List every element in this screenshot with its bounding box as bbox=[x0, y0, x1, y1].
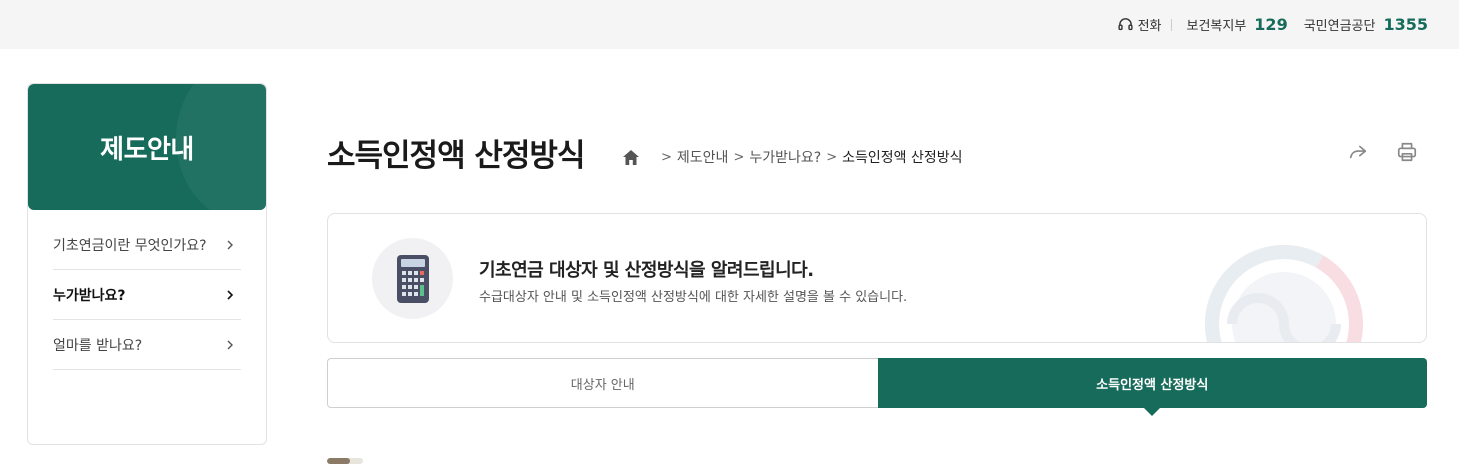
divider bbox=[1171, 18, 1173, 31]
scroll-progress-fill bbox=[327, 458, 351, 464]
share-button[interactable] bbox=[1347, 141, 1369, 163]
tab-income-calculation[interactable]: 소득인정액 산정방식 bbox=[877, 358, 1427, 416]
sidebar-menu: 기초연금이란 무엇인가요? 누가받나요? 얼마를 받나요? bbox=[28, 210, 266, 370]
breadcrumb: > 제도안내 > 누가받나요? > 소득인정액 산정방식 bbox=[623, 147, 962, 167]
print-icon bbox=[1397, 142, 1417, 162]
sidebar-item-label: 기초연금이란 무엇인가요? bbox=[53, 237, 207, 254]
breadcrumb-item-who[interactable]: 누가받나요? bbox=[749, 147, 821, 167]
chevron-right-icon bbox=[227, 289, 234, 300]
info-heading: 기초연금 대상자 및 산정방식을 알려드립니다. bbox=[479, 260, 814, 281]
page-title: 소득인정액 산정방식 bbox=[327, 138, 585, 174]
scroll-progress-bar bbox=[327, 458, 363, 464]
print-button[interactable] bbox=[1396, 141, 1418, 163]
chevron-right-icon bbox=[227, 240, 233, 249]
phone-label: 전화 bbox=[1137, 19, 1162, 34]
sidebar: 제도안내 기초연금이란 무엇인가요? 누가받나요? 얼마를 받나요? bbox=[27, 83, 267, 445]
contact-number-mohw[interactable]: 129 bbox=[1254, 15, 1287, 34]
phone-label-group: 전화 bbox=[1117, 15, 1162, 34]
breadcrumb-separator: > bbox=[661, 149, 672, 165]
home-icon[interactable] bbox=[623, 149, 639, 165]
sidebar-title: 제도안내 bbox=[100, 134, 194, 165]
sidebar-item-label: 얼마를 받나요? bbox=[53, 337, 143, 354]
share-icon bbox=[1349, 145, 1367, 159]
page-tools bbox=[1347, 141, 1418, 163]
top-utility-bar: 전화 보건복지부 129 국민연금공단 1355 bbox=[0, 0, 1459, 49]
content-tabs: 대상자 안내 소득인정액 산정방식 bbox=[327, 358, 1427, 416]
chevron-right-icon bbox=[227, 340, 233, 349]
sidebar-header: 제도안내 bbox=[28, 84, 266, 210]
tab-target-guide[interactable]: 대상자 안내 bbox=[327, 358, 878, 408]
calculator-icon bbox=[396, 254, 429, 303]
taegeuk-emblem-icon bbox=[1205, 245, 1363, 342]
breadcrumb-separator: > bbox=[733, 149, 745, 165]
info-card: 기초연금 대상자 및 산정방식을 알려드립니다. 수급대상자 안내 및 소득인정… bbox=[327, 213, 1427, 343]
headset-icon bbox=[1117, 18, 1133, 31]
contact-info: 전화 보건복지부 129 국민연금공단 1355 bbox=[1117, 0, 1428, 49]
sidebar-item-how-much[interactable]: 얼마를 받나요? bbox=[53, 320, 241, 370]
calculator-icon-circle bbox=[372, 238, 453, 319]
breadcrumb-item-system[interactable]: 제도안내 bbox=[677, 147, 729, 167]
sidebar-item-what-is[interactable]: 기초연금이란 무엇인가요? bbox=[53, 220, 241, 270]
contact-number-nps[interactable]: 1355 bbox=[1383, 15, 1428, 34]
breadcrumb-item-current: 소득인정액 산정방식 bbox=[842, 150, 963, 166]
sidebar-item-label: 누가받나요? bbox=[53, 287, 126, 304]
contact-org-nps: 국민연금공단 bbox=[1303, 19, 1376, 34]
info-description: 수급대상자 안내 및 소득인정액 산정방식에 대한 자세한 설명을 볼 수 있습… bbox=[479, 290, 908, 305]
breadcrumb-separator: > bbox=[826, 149, 838, 165]
sidebar-item-who-receives[interactable]: 누가받나요? bbox=[53, 270, 241, 320]
contact-org-mohw: 보건복지부 bbox=[1186, 19, 1247, 34]
